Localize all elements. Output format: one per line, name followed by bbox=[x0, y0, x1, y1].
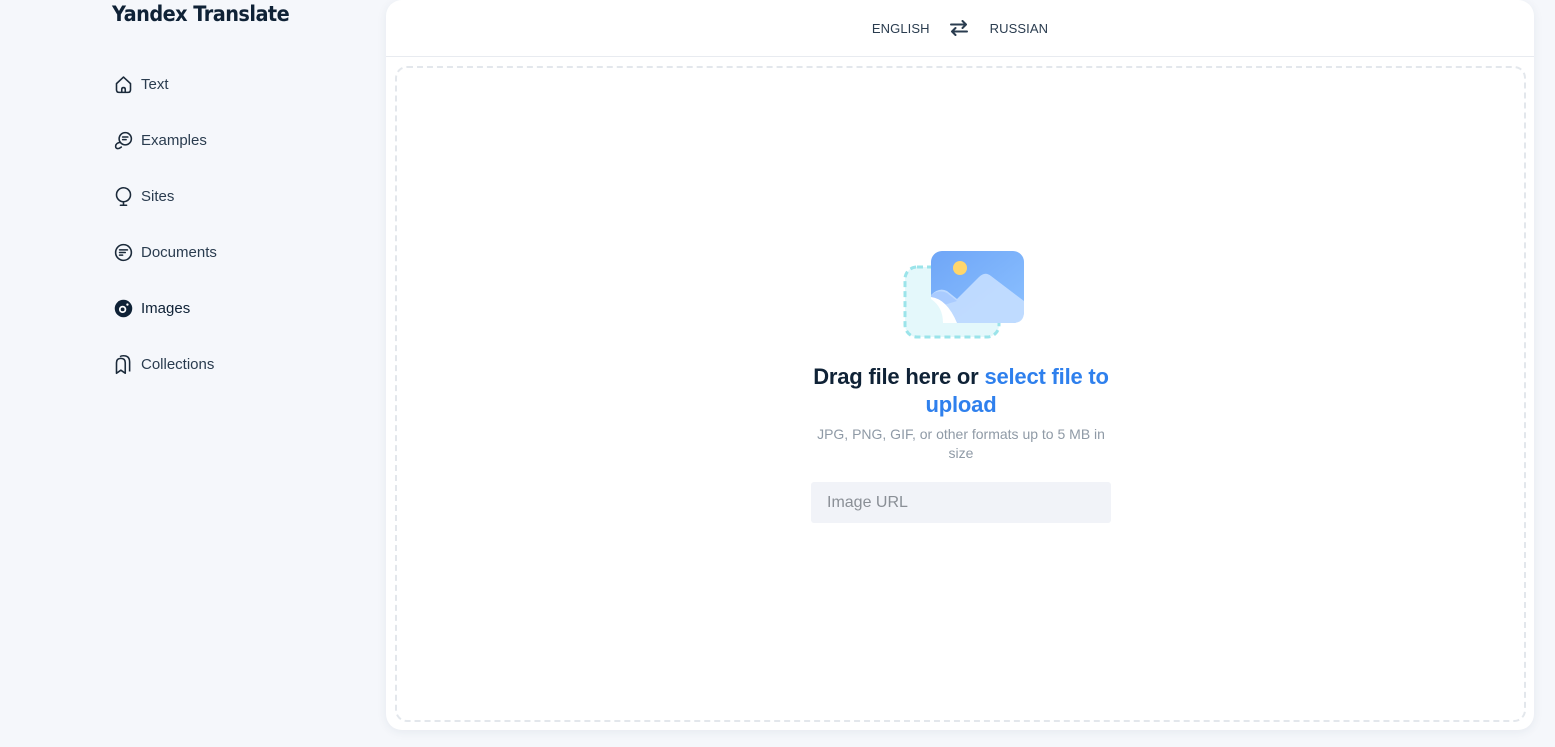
upload-prompt: Drag file here or select file to upload … bbox=[811, 249, 1111, 523]
translator-panel: ENGLISH RUSSIAN Drag file here or select… bbox=[386, 0, 1534, 730]
chat-bubble-icon bbox=[112, 129, 134, 151]
sidebar-item-label: Sites bbox=[141, 187, 175, 205]
source-language-button[interactable]: ENGLISH bbox=[872, 21, 930, 36]
sidebar-item-label: Collections bbox=[141, 355, 215, 373]
image-url-input[interactable] bbox=[811, 482, 1111, 523]
sidebar-item-images[interactable]: Images bbox=[112, 296, 217, 320]
sidebar-item-sites[interactable]: Sites bbox=[112, 184, 217, 208]
home-icon bbox=[112, 73, 134, 95]
image-upload-illustration-icon bbox=[899, 249, 1024, 341]
upload-title: Drag file here or select file to upload bbox=[811, 363, 1111, 419]
document-icon bbox=[112, 241, 134, 263]
globe-icon bbox=[112, 185, 134, 207]
sidebar-item-collections[interactable]: Collections bbox=[112, 352, 217, 376]
swap-languages-button[interactable] bbox=[948, 19, 970, 37]
upload-title-text: Drag file here or bbox=[813, 364, 985, 389]
sidebar-nav: Text Examples Sites Documents Images Col… bbox=[112, 72, 217, 408]
upload-hint: JPG, PNG, GIF, or other formats up to 5 … bbox=[817, 426, 1105, 461]
target-language-button[interactable]: RUSSIAN bbox=[990, 21, 1049, 36]
language-bar: ENGLISH RUSSIAN bbox=[386, 0, 1534, 57]
sidebar-item-label: Text bbox=[141, 75, 169, 93]
swap-arrows-icon bbox=[949, 20, 968, 36]
sidebar-item-label: Images bbox=[141, 299, 191, 317]
file-dropzone[interactable]: Drag file here or select file to upload … bbox=[395, 66, 1526, 722]
sidebar-item-label: Documents bbox=[141, 243, 217, 261]
sidebar-item-examples[interactable]: Examples bbox=[112, 128, 217, 152]
sidebar-item-label: Examples bbox=[141, 131, 207, 149]
bookmark-icon bbox=[112, 353, 134, 375]
camera-icon bbox=[112, 297, 134, 319]
sidebar-item-documents[interactable]: Documents bbox=[112, 240, 217, 264]
app-logo[interactable]: Yandex Translate bbox=[112, 2, 290, 26]
sidebar-item-text[interactable]: Text bbox=[112, 72, 217, 96]
